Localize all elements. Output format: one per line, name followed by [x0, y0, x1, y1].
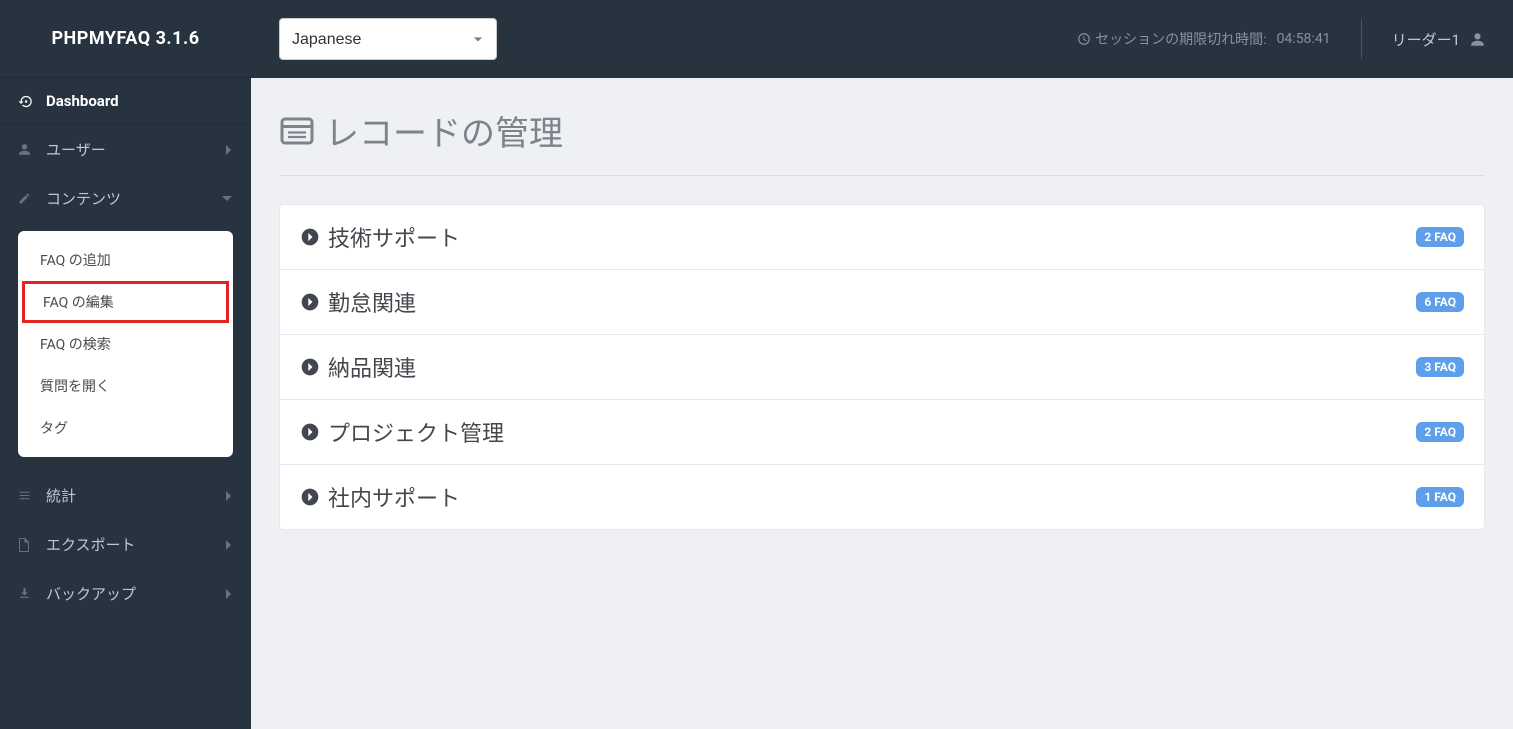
arrow-circle-right-icon — [300, 357, 320, 377]
submenu-item-open-question[interactable]: 質問を開く — [18, 365, 233, 407]
sidebar-item-label: Dashboard — [46, 92, 233, 110]
sidebar-item-backup[interactable]: バックアップ — [0, 569, 251, 618]
record-row[interactable]: 技術サポート 2 FAQ — [280, 205, 1484, 270]
sidebar-item-export[interactable]: エクスポート — [0, 520, 251, 569]
sidebar-item-label: コンテンツ — [46, 188, 221, 209]
record-label: 勤怠関連 — [328, 286, 1416, 318]
main: Japanese セッションの期限切れ時間: 04:58:41 リーダー1 — [251, 0, 1513, 729]
record-label: 社内サポート — [328, 481, 1416, 513]
language-select[interactable]: Japanese — [279, 18, 497, 60]
sidebar-item-label: バックアップ — [46, 583, 225, 604]
arrow-circle-right-icon — [300, 487, 320, 507]
chevron-down-icon — [221, 195, 233, 203]
record-row[interactable]: 社内サポート 1 FAQ — [280, 465, 1484, 529]
chevron-right-icon — [225, 490, 233, 502]
faq-count-badge: 2 FAQ — [1416, 422, 1464, 442]
submenu-item-tag[interactable]: タグ — [18, 407, 233, 449]
faq-count-badge: 1 FAQ — [1416, 487, 1464, 507]
sidebar: PHPMYFAQ 3.1.6 Dashboard ユーザー — [0, 0, 251, 729]
record-row[interactable]: プロジェクト管理 2 FAQ — [280, 400, 1484, 465]
content: レコードの管理 技術サポート 2 FAQ 勤怠関連 6 FAQ 納品関連 3 F… — [251, 78, 1513, 729]
page-header: レコードの管理 — [279, 106, 1485, 176]
page-title: レコードの管理 — [325, 106, 563, 155]
sidebar-item-dashboard[interactable]: Dashboard — [0, 78, 251, 124]
faq-count-badge: 6 FAQ — [1416, 292, 1464, 312]
arrow-circle-right-icon — [300, 292, 320, 312]
session-label: セッションの期限切れ時間: — [1095, 29, 1266, 49]
records-icon — [279, 113, 315, 149]
file-icon — [18, 538, 38, 552]
sidebar-item-label: エクスポート — [46, 534, 225, 555]
record-label: 技術サポート — [328, 221, 1416, 253]
contents-submenu: FAQ の追加 FAQ の編集 FAQ の検索 質問を開く タグ — [18, 231, 233, 457]
faq-count-badge: 2 FAQ — [1416, 227, 1464, 247]
submenu-item-edit-faq[interactable]: FAQ の編集 — [22, 281, 229, 323]
record-label: 納品関連 — [328, 351, 1416, 383]
sidebar-item-stats[interactable]: 統計 — [0, 471, 251, 520]
arrow-circle-right-icon — [300, 422, 320, 442]
arrow-circle-right-icon — [300, 227, 320, 247]
records-panel: 技術サポート 2 FAQ 勤怠関連 6 FAQ 納品関連 3 FAQ プロジェク… — [279, 204, 1485, 530]
app-logo[interactable]: PHPMYFAQ 3.1.6 — [0, 0, 251, 78]
submenu-item-add-faq[interactable]: FAQ の追加 — [18, 239, 233, 281]
download-icon — [18, 587, 38, 600]
list-icon — [18, 489, 38, 502]
sidebar-item-label: ユーザー — [46, 139, 225, 160]
dashboard-icon — [18, 94, 38, 109]
user-info[interactable]: リーダー1 — [1392, 29, 1485, 50]
record-row[interactable]: 勤怠関連 6 FAQ — [280, 270, 1484, 335]
record-row[interactable]: 納品関連 3 FAQ — [280, 335, 1484, 400]
user-icon — [1470, 32, 1485, 47]
chevron-right-icon — [225, 588, 233, 600]
session-time: 04:58:41 — [1277, 31, 1331, 47]
user-name: リーダー1 — [1392, 29, 1460, 50]
session-info: セッションの期限切れ時間: 04:58:41 リーダー1 — [1077, 19, 1485, 59]
sidebar-item-contents[interactable]: コンテンツ — [0, 174, 251, 223]
sidebar-item-label: 統計 — [46, 485, 225, 506]
user-icon — [18, 143, 38, 156]
clock-icon — [1077, 32, 1091, 46]
sidebar-item-users[interactable]: ユーザー — [0, 125, 251, 174]
chevron-right-icon — [225, 144, 233, 156]
submenu-item-search-faq[interactable]: FAQ の検索 — [18, 323, 233, 365]
faq-count-badge: 3 FAQ — [1416, 357, 1464, 377]
sidebar-nav: Dashboard ユーザー コンテンツ — [0, 78, 251, 618]
topbar: Japanese セッションの期限切れ時間: 04:58:41 リーダー1 — [251, 0, 1513, 78]
chevron-right-icon — [225, 539, 233, 551]
edit-icon — [18, 192, 38, 205]
app-title: PHPMYFAQ 3.1.6 — [51, 28, 199, 49]
topbar-divider — [1361, 19, 1362, 59]
record-label: プロジェクト管理 — [328, 416, 1416, 448]
